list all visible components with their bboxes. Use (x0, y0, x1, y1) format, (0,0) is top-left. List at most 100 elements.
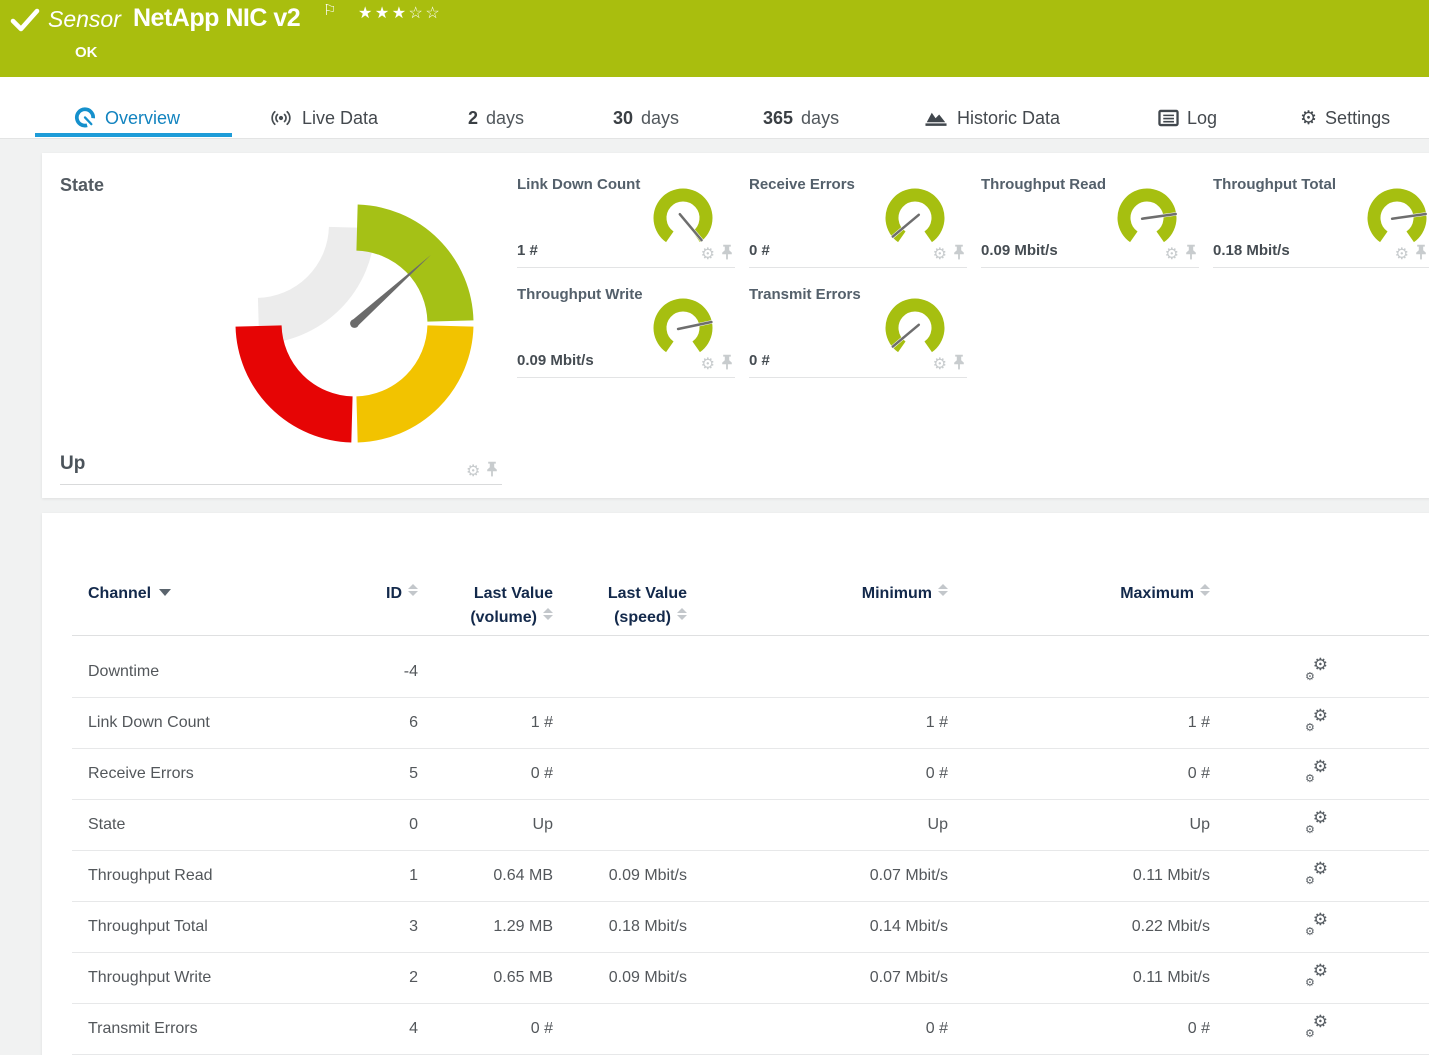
gear-icon[interactable]: ⚙ (933, 247, 947, 263)
status-badge: OK (75, 44, 98, 61)
object-kind-label: Sensor (48, 6, 121, 33)
tab-log[interactable]: Log (1158, 104, 1217, 132)
last-value-volume: 0.65 MB (418, 969, 553, 987)
active-tab-indicator (35, 133, 232, 137)
gear-icon[interactable]: ⚙ (933, 357, 947, 373)
sort-desc-icon[interactable] (159, 589, 171, 596)
radial-gauge (1115, 188, 1179, 246)
pin-icon[interactable] (721, 354, 733, 375)
maximum-value: 0.11 Mbit/s (948, 969, 1210, 987)
sort-icon[interactable] (408, 584, 418, 596)
last-value-speed: 0.18 Mbit/s (553, 918, 687, 936)
last-value-volume: 0 # (418, 1020, 553, 1038)
channel-settings-gears-icon[interactable]: ⚙⚙ (1306, 863, 1328, 885)
channel-name: Throughput Write (88, 969, 340, 987)
maximum-value: Up (948, 816, 1210, 834)
table-header-row: Channel ID Last Value (volume) Last Valu… (42, 513, 1429, 630)
table-row-downtime: Downtime -4 ⚙⚙ (72, 647, 1429, 698)
sort-icon[interactable] (677, 608, 687, 620)
flag-icon[interactable]: ⚐ (323, 1, 336, 19)
area-chart-icon (923, 108, 949, 128)
maximum-value: 0 # (948, 1020, 1210, 1038)
last-value-volume: Up (418, 816, 553, 834)
priority-stars[interactable]: ★★★☆☆ (358, 3, 442, 23)
gear-icon[interactable]: ⚙ (466, 464, 480, 480)
pin-icon[interactable] (1185, 244, 1197, 265)
tab-number: 365 (763, 108, 793, 129)
radial-gauge (651, 298, 715, 356)
minimum-value: 1 # (687, 714, 948, 732)
tab-label: Live Data (302, 108, 378, 129)
gauge-tile-link-down-count: Link Down Count 1 # ⚙ (517, 168, 735, 268)
radial-gauge (883, 188, 947, 246)
column-header-minimum[interactable]: Minimum (687, 582, 948, 630)
last-value-speed: 0.09 Mbit/s (553, 867, 687, 885)
gauge-title: Throughput Total (1213, 176, 1336, 193)
radial-gauge (651, 188, 715, 246)
channel-id: 6 (340, 714, 418, 732)
gear-icon[interactable]: ⚙ (701, 247, 715, 263)
last-value-speed: 0.09 Mbit/s (553, 969, 687, 987)
gear-icon[interactable]: ⚙ (1395, 247, 1409, 263)
column-header-last-value-speed[interactable]: Last Value (speed) (553, 582, 687, 630)
gear-icon: ⚙ (1300, 109, 1317, 128)
maximum-value: 1 # (948, 714, 1210, 732)
tab-number: 30 (613, 108, 633, 129)
gauge-value: 0.09 Mbit/s (517, 352, 594, 369)
overview-gauges-panel: State Up ⚙ Link Down Count 1 # (42, 153, 1429, 498)
table-row-throughput-write: Throughput Write 2 0.65 MB 0.09 Mbit/s 0… (72, 953, 1429, 1004)
channel-settings-gears-icon[interactable]: ⚙⚙ (1306, 659, 1328, 681)
tab-overview[interactable]: Overview (73, 104, 180, 132)
channel-settings-gears-icon[interactable]: ⚙⚙ (1306, 761, 1328, 783)
pin-icon[interactable] (953, 244, 965, 265)
gauge-value: 0.09 Mbit/s (981, 242, 1058, 259)
state-donut-gauge (232, 201, 477, 446)
tab-live-data[interactable]: Live Data (268, 104, 378, 132)
tab-30-days[interactable]: 30 days (613, 104, 679, 132)
broadcast-icon (268, 108, 294, 128)
gear-icon[interactable]: ⚙ (701, 357, 715, 373)
pin-icon[interactable] (721, 244, 733, 265)
channel-settings-gears-icon[interactable]: ⚙⚙ (1306, 965, 1328, 987)
gauge-tile-throughput-total: Throughput Total 0.18 Mbit/s ⚙ (1213, 168, 1429, 268)
tab-365-days[interactable]: 365 days (763, 104, 839, 132)
tab-label: days (641, 108, 679, 129)
tab-settings[interactable]: ⚙ Settings (1300, 104, 1390, 132)
gauge-value: Up (60, 453, 85, 475)
gauge-tile-transmit-errors: Transmit Errors 0 # ⚙ (749, 278, 967, 378)
sort-icon[interactable] (543, 608, 553, 620)
pin-icon[interactable] (953, 354, 965, 375)
tab-2-days[interactable]: 2 days (468, 104, 524, 132)
channel-settings-gears-icon[interactable]: ⚙⚙ (1306, 710, 1328, 732)
tab-historic-data[interactable]: Historic Data (923, 104, 1060, 132)
sort-icon[interactable] (1200, 584, 1210, 596)
channel-table-panel: Channel ID Last Value (volume) Last Valu… (42, 513, 1429, 1055)
column-header-maximum[interactable]: Maximum (948, 582, 1210, 630)
channel-name: Throughput Read (88, 867, 340, 885)
sort-icon[interactable] (938, 584, 948, 596)
pin-icon[interactable] (1415, 244, 1427, 265)
channel-settings-gears-icon[interactable]: ⚙⚙ (1306, 1016, 1328, 1038)
column-header-id[interactable]: ID (340, 582, 418, 630)
gauge-value: 0 # (749, 242, 770, 259)
gauge-title: Throughput Write (517, 286, 643, 303)
channel-settings-gears-icon[interactable]: ⚙⚙ (1306, 914, 1328, 936)
tab-label: days (486, 108, 524, 129)
column-header-last-value-volume[interactable]: Last Value (volume) (418, 582, 553, 630)
gauge-title: Transmit Errors (749, 286, 861, 303)
table-row-receive-errors: Receive Errors 5 0 # 0 # 0 # ⚙⚙ (72, 749, 1429, 800)
last-value-volume: 0.64 MB (418, 867, 553, 885)
radial-gauge (1365, 188, 1429, 246)
channel-settings-gears-icon[interactable]: ⚙⚙ (1306, 812, 1328, 834)
gauge-title: Link Down Count (517, 176, 640, 193)
pin-icon[interactable] (486, 461, 498, 482)
table-row-transmit-errors: Transmit Errors 4 0 # 0 # 0 # ⚙⚙ (72, 1004, 1429, 1055)
gauge-title: Throughput Read (981, 176, 1106, 193)
column-header-channel[interactable]: Channel (88, 582, 340, 630)
gear-icon[interactable]: ⚙ (1165, 247, 1179, 263)
gauge-title: Receive Errors (749, 176, 855, 193)
minimum-value: 0.07 Mbit/s (687, 969, 948, 987)
channel-id: 0 (340, 816, 418, 834)
channel-name: Downtime (88, 663, 340, 681)
channel-name: Transmit Errors (88, 1020, 340, 1038)
